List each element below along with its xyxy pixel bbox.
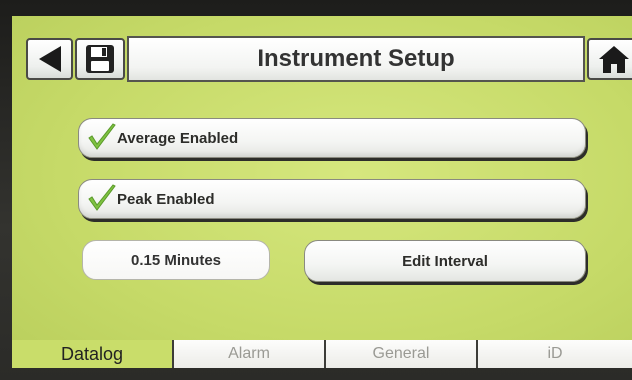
checkmark-icon — [88, 184, 116, 211]
back-arrow-icon — [38, 46, 61, 72]
save-button[interactable] — [75, 38, 125, 80]
edit-interval-button[interactable]: Edit Interval — [304, 240, 586, 282]
tab-general[interactable]: General — [324, 340, 476, 368]
average-enabled-label: Average Enabled — [117, 129, 239, 147]
average-enabled-toggle[interactable]: Average Enabled — [78, 118, 586, 158]
home-icon — [599, 46, 629, 73]
tab-bar: Datalog Alarm General iD — [12, 340, 632, 368]
checkmark-icon — [88, 123, 116, 150]
tab-alarm[interactable]: Alarm — [172, 340, 324, 368]
page-title-bar: Instrument Setup — [127, 36, 585, 82]
tab-datalog[interactable]: Datalog — [12, 340, 172, 368]
touch-screen: Instrument Setup Average Enabled Peak En… — [12, 16, 632, 368]
page-title: Instrument Setup — [257, 45, 455, 72]
tab-id[interactable]: iD — [476, 340, 632, 368]
interval-value-display: 0.15 Minutes — [82, 240, 270, 280]
home-button[interactable] — [587, 38, 632, 80]
floppy-disk-icon — [86, 45, 114, 73]
peak-enabled-toggle[interactable]: Peak Enabled — [78, 179, 586, 219]
peak-enabled-label: Peak Enabled — [117, 190, 215, 208]
back-button[interactable] — [26, 38, 73, 80]
